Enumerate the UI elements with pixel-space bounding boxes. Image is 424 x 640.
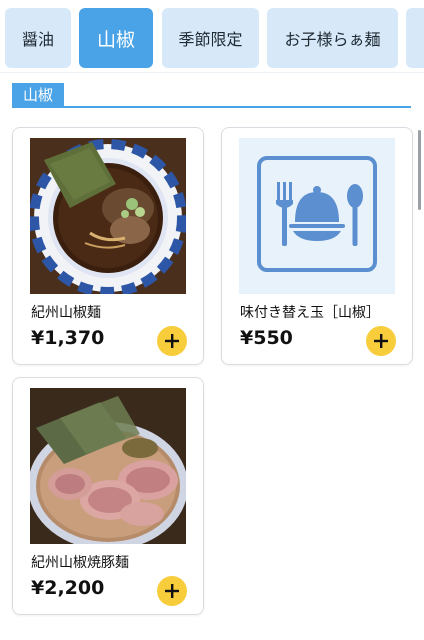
tab-next-partial[interactable] bbox=[406, 8, 424, 68]
section-title: 山椒 bbox=[12, 83, 65, 106]
plus-icon bbox=[165, 584, 179, 598]
item-name: 紀州山椒焼豚麺 bbox=[31, 555, 129, 571]
ramen-photo bbox=[30, 138, 186, 294]
item-price: ¥550 bbox=[240, 327, 293, 349]
item-price: ¥1,370 bbox=[31, 327, 105, 349]
add-to-cart-button[interactable] bbox=[157, 576, 187, 606]
add-to-cart-button[interactable] bbox=[366, 326, 396, 356]
plus-icon bbox=[374, 334, 388, 348]
menu-item-card[interactable]: 味付き替え玉［山椒］ ¥550 bbox=[221, 127, 413, 365]
dish-placeholder-image bbox=[239, 138, 395, 294]
menu-item-card[interactable]: 紀州山椒麺 ¥1,370 bbox=[12, 127, 204, 365]
add-to-cart-button[interactable] bbox=[157, 326, 187, 356]
tab-kids-ramen[interactable]: お子様らぁ麺 bbox=[267, 8, 398, 68]
tab-seasonal[interactable]: 季節限定 bbox=[162, 8, 259, 68]
tab-sansho[interactable]: 山椒 bbox=[79, 8, 153, 68]
tab-shoyu[interactable]: 醤油 bbox=[5, 8, 71, 68]
scrollbar[interactable] bbox=[418, 130, 421, 210]
item-name: 紀州山椒麺 bbox=[31, 305, 101, 321]
item-name: 味付き替え玉［山椒］ bbox=[240, 305, 380, 321]
item-price: ¥2,200 bbox=[31, 577, 105, 599]
menu-item-card[interactable]: 紀州山椒焼豚麺 ¥2,200 bbox=[12, 377, 204, 615]
tab-divider bbox=[0, 72, 424, 73]
category-tab-bar: 醤油 山椒 季節限定 お子様らぁ麺 bbox=[0, 0, 424, 78]
section-underline bbox=[12, 106, 411, 108]
plus-icon bbox=[165, 334, 179, 348]
chashu-ramen-photo bbox=[30, 388, 186, 544]
